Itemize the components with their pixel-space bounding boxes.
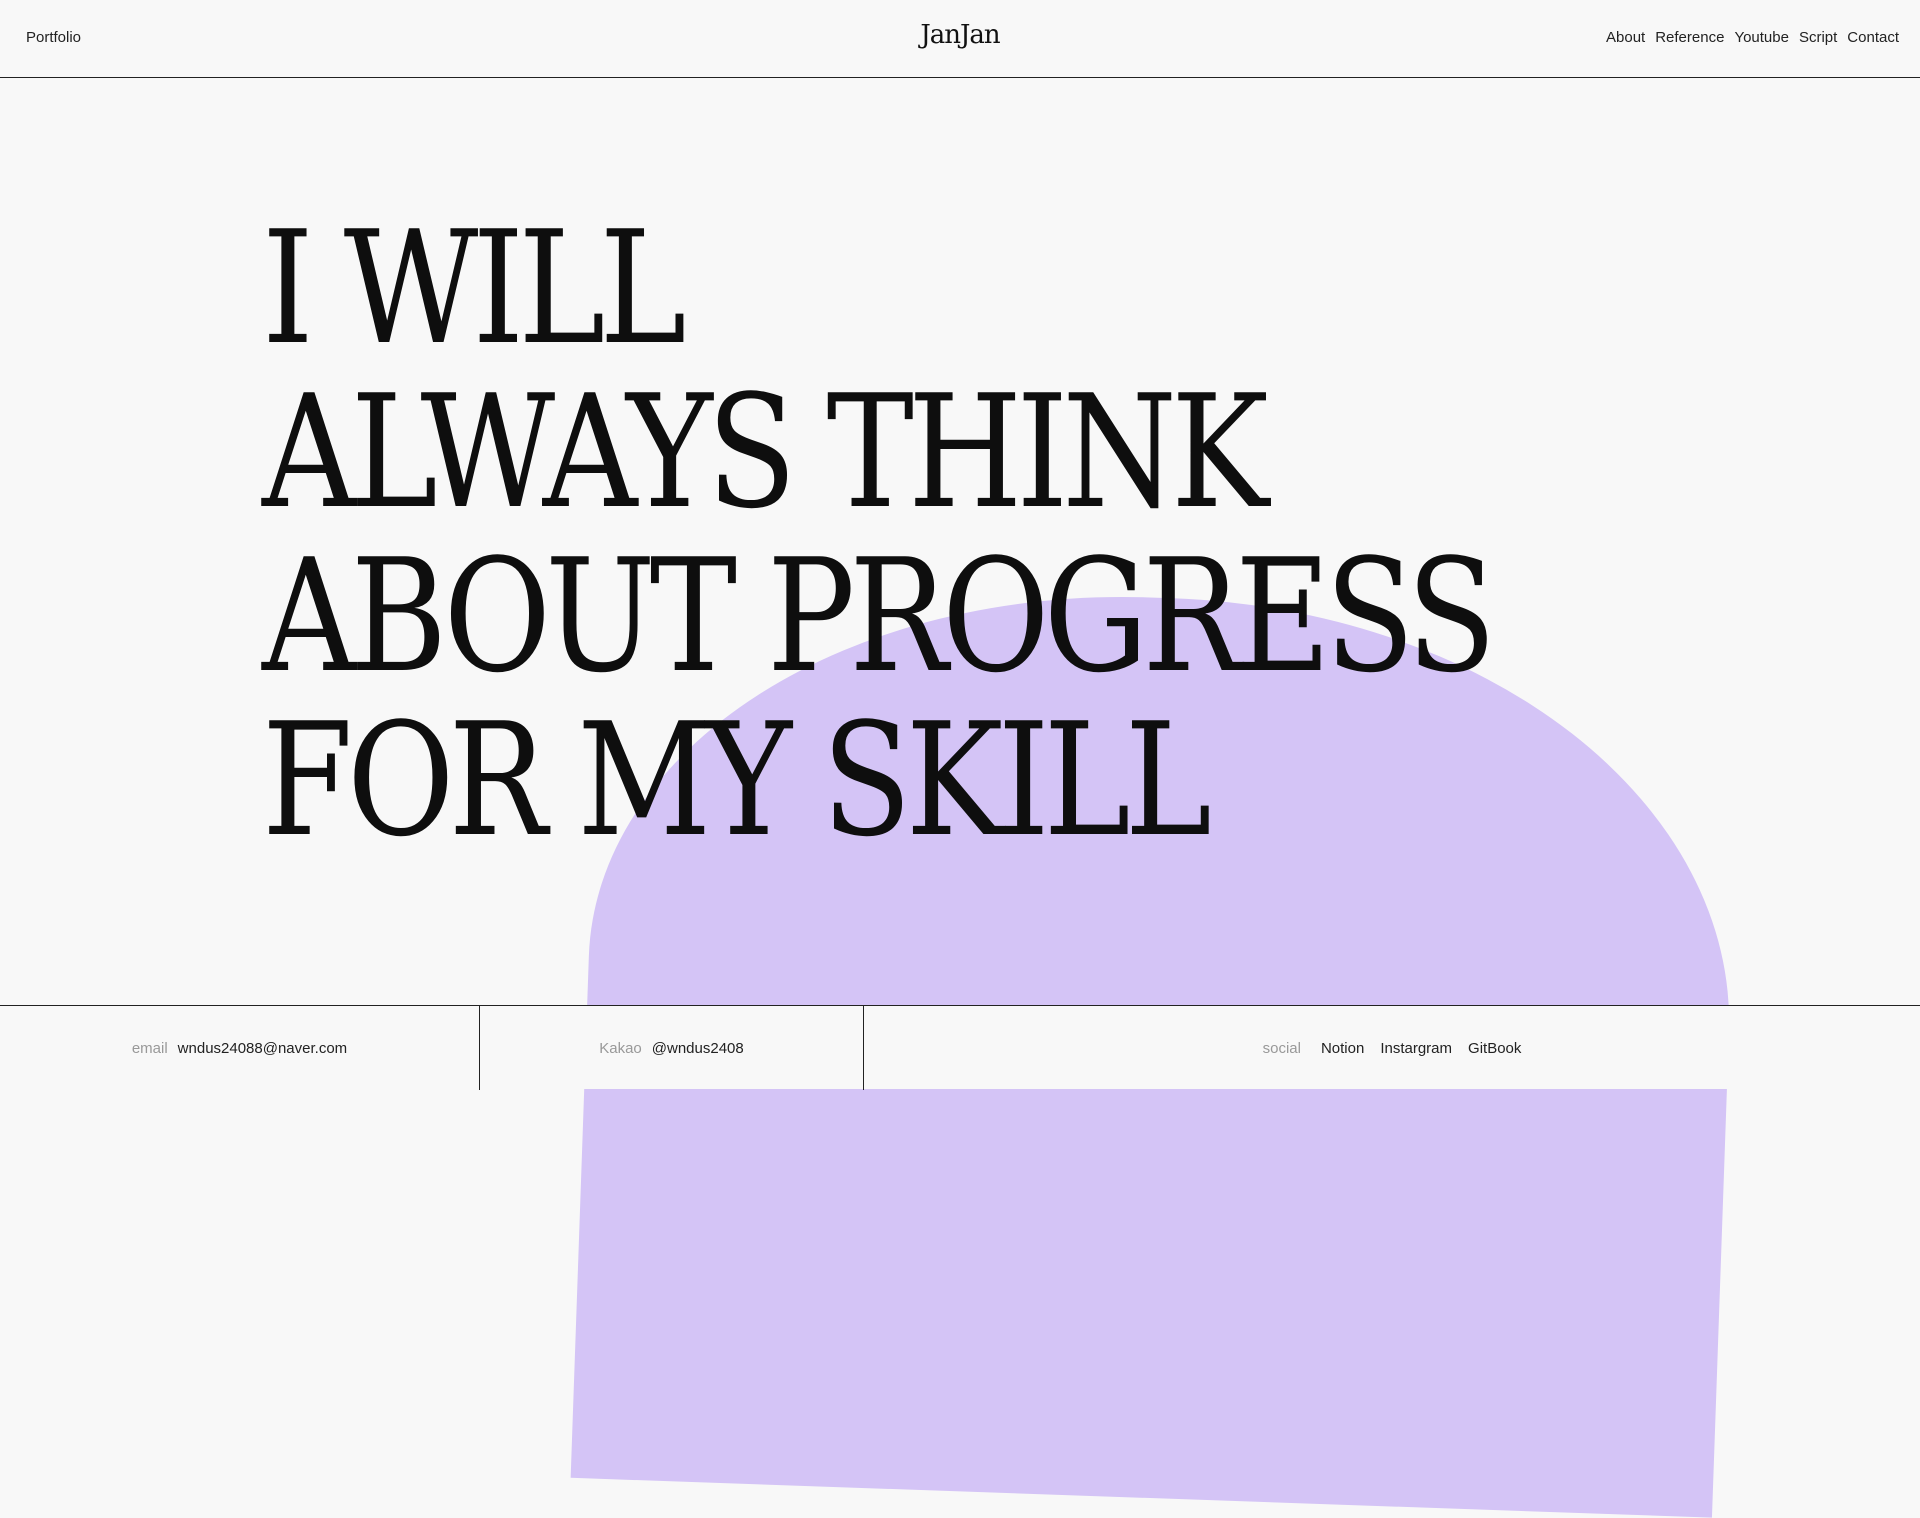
main-nav: About Reference Youtube Script Contact bbox=[1606, 29, 1899, 46]
social-notion-link[interactable]: Notion bbox=[1321, 1040, 1364, 1057]
footer-social: social Notion Instargram GitBook bbox=[864, 1006, 1920, 1090]
hero-headline: I WILL ALWAYS THINK ABOUT PROGRESS FOR M… bbox=[262, 197, 1496, 871]
kakao-label: Kakao bbox=[599, 1039, 642, 1057]
nav-about[interactable]: About bbox=[1606, 29, 1645, 46]
social-label: social bbox=[1262, 1039, 1301, 1057]
portfolio-link[interactable]: Portfolio bbox=[26, 29, 81, 46]
hero-line: I WILL bbox=[262, 197, 687, 379]
site-header: Portfolio JanJan About Reference Youtube… bbox=[0, 0, 1920, 78]
social-instagram-link[interactable]: Instargram bbox=[1380, 1040, 1452, 1057]
hero-line: ABOUT PROGRESS bbox=[262, 525, 1496, 707]
footer-kakao: Kakao @wndus2408 bbox=[480, 1006, 864, 1090]
nav-script[interactable]: Script bbox=[1799, 29, 1837, 46]
hero-line: FOR MY SKILL bbox=[262, 689, 1212, 871]
nav-contact[interactable]: Contact bbox=[1847, 29, 1899, 46]
nav-youtube[interactable]: Youtube bbox=[1734, 29, 1789, 46]
email-label: email bbox=[131, 1039, 168, 1057]
site-logo[interactable]: JanJan bbox=[920, 20, 1000, 50]
social-gitbook-link[interactable]: GitBook bbox=[1468, 1040, 1521, 1057]
email-address[interactable]: wndus24088@naver.com bbox=[178, 1040, 348, 1057]
footer-email: email wndus24088@naver.com bbox=[0, 1006, 480, 1090]
nav-reference[interactable]: Reference bbox=[1655, 29, 1724, 46]
kakao-id[interactable]: @wndus2408 bbox=[652, 1040, 744, 1057]
site-footer: email wndus24088@naver.com Kakao @wndus2… bbox=[0, 1005, 1920, 1090]
hero-line: ALWAYS THINK bbox=[262, 361, 1269, 543]
